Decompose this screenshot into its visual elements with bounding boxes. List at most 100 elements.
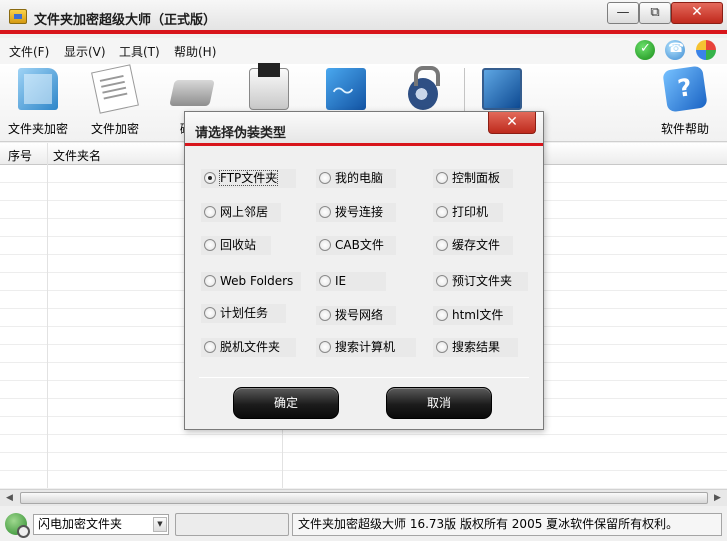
radio-icon[interactable] bbox=[436, 275, 448, 287]
option-label: CAB文件 bbox=[335, 238, 384, 252]
window-title: 文件夹加密超级大师（正式版） bbox=[34, 13, 217, 28]
option-ie[interactable]: IE bbox=[316, 272, 386, 291]
encrypt-mode-value: 闪电加密文件夹 bbox=[38, 517, 123, 531]
option-printer[interactable]: 打印机 bbox=[433, 203, 503, 222]
option-label: html文件 bbox=[452, 308, 504, 322]
option-label: 网上邻居 bbox=[220, 205, 269, 219]
minimize-button[interactable]: — bbox=[607, 2, 639, 24]
option-search-results[interactable]: 搜索结果 bbox=[433, 338, 518, 357]
dialog-title: 请选择伪装类型 bbox=[195, 126, 287, 141]
option-label: 搜索计算机 bbox=[335, 340, 396, 354]
title-bar: 文件夹加密超级大师（正式版） — ⧉ ✕ bbox=[0, 0, 727, 34]
option-cache-file[interactable]: 缓存文件 bbox=[433, 236, 513, 255]
radio-icon[interactable] bbox=[204, 206, 216, 218]
radio-icon[interactable] bbox=[319, 172, 331, 184]
app-icon bbox=[9, 9, 27, 24]
option-scheduled-tasks[interactable]: 计划任务 bbox=[201, 304, 286, 323]
dialog-title-bar: 请选择伪装类型 ✕ bbox=[185, 112, 543, 146]
radio-icon[interactable] bbox=[204, 172, 216, 184]
option-recycle-bin[interactable]: 回收站 bbox=[201, 236, 271, 255]
dialog-separator bbox=[199, 377, 529, 378]
radio-icon[interactable] bbox=[204, 275, 216, 287]
maximize-button[interactable]: ⧉ bbox=[639, 2, 671, 24]
option-label: 回收站 bbox=[220, 238, 257, 252]
toolbar-help-button[interactable]: 软件帮助 bbox=[650, 65, 720, 138]
horizontal-scrollbar[interactable]: ◀ ▶ bbox=[0, 489, 727, 506]
menu-tools[interactable]: 工具(T) bbox=[119, 43, 160, 60]
option-ftp-folder[interactable]: FTP文件夹 bbox=[201, 169, 296, 188]
option-label: 计划任务 bbox=[220, 306, 269, 320]
radio-icon[interactable] bbox=[204, 239, 216, 251]
flower-icon[interactable] bbox=[696, 40, 716, 60]
option-dialup-connection[interactable]: 拨号连接 bbox=[316, 203, 396, 222]
scroll-left-icon[interactable]: ◀ bbox=[1, 491, 18, 506]
scroll-right-icon[interactable]: ▶ bbox=[709, 491, 726, 506]
radio-icon[interactable] bbox=[436, 206, 448, 218]
option-label: 拨号连接 bbox=[335, 205, 384, 219]
scroll-thumb[interactable] bbox=[20, 492, 708, 504]
phone-icon[interactable] bbox=[665, 40, 685, 60]
close-button[interactable]: ✕ bbox=[671, 2, 723, 24]
radio-icon[interactable] bbox=[319, 309, 331, 321]
printer-icon bbox=[249, 63, 289, 110]
ok-button[interactable]: 确定 bbox=[233, 387, 339, 419]
option-label: 拨号网络 bbox=[335, 308, 384, 322]
radio-icon[interactable] bbox=[319, 275, 331, 287]
column-header-folder-name[interactable]: 文件夹名 bbox=[53, 147, 101, 164]
dialog-close-button[interactable]: ✕ bbox=[488, 112, 536, 134]
option-my-computer[interactable]: 我的电脑 bbox=[316, 169, 396, 188]
waveform-icon bbox=[326, 68, 366, 110]
option-label: 打印机 bbox=[452, 205, 489, 219]
menu-bar: 文件(F) 显示(V) 工具(T) 帮助(H) bbox=[0, 38, 727, 64]
option-label: 搜索结果 bbox=[452, 340, 501, 354]
option-html-file[interactable]: html文件 bbox=[433, 306, 513, 325]
radio-icon[interactable] bbox=[204, 307, 216, 319]
status-field bbox=[175, 513, 289, 536]
menu-view[interactable]: 显示(V) bbox=[64, 43, 106, 60]
option-label: 预订文件夹 bbox=[452, 274, 513, 288]
document-icon bbox=[91, 64, 139, 114]
toolbar-label: 文件夹加密 bbox=[7, 122, 68, 136]
option-search-computer[interactable]: 搜索计算机 bbox=[316, 338, 416, 357]
option-label: Web Folders bbox=[220, 274, 294, 288]
option-label: IE bbox=[335, 274, 347, 288]
radio-icon[interactable] bbox=[436, 309, 448, 321]
column-header-index[interactable]: 序号 bbox=[8, 147, 32, 164]
radio-icon[interactable] bbox=[319, 341, 331, 353]
radio-icon[interactable] bbox=[436, 341, 448, 353]
option-label: 控制面板 bbox=[452, 171, 501, 185]
option-subscribed-folder[interactable]: 预订文件夹 bbox=[433, 272, 528, 291]
option-control-panel[interactable]: 控制面板 bbox=[433, 169, 513, 188]
option-label: FTP文件夹 bbox=[218, 170, 279, 186]
option-offline-folder[interactable]: 脱机文件夹 bbox=[201, 338, 296, 357]
user-search-icon bbox=[5, 513, 30, 538]
radio-icon[interactable] bbox=[319, 206, 331, 218]
column-divider bbox=[47, 143, 48, 488]
screen-icon bbox=[482, 68, 522, 110]
folder-lock-icon bbox=[18, 68, 58, 110]
option-dialup-network[interactable]: 拨号网络 bbox=[316, 306, 396, 325]
toolbar-folder-encrypt-button[interactable]: 文件夹加密 bbox=[3, 68, 73, 138]
radio-icon[interactable] bbox=[436, 239, 448, 251]
encrypt-mode-select[interactable]: 闪电加密文件夹 ▼ bbox=[33, 514, 169, 535]
radio-icon[interactable] bbox=[436, 172, 448, 184]
option-network-places[interactable]: 网上邻居 bbox=[201, 203, 281, 222]
radio-icon[interactable] bbox=[204, 341, 216, 353]
chevron-down-icon[interactable]: ▼ bbox=[153, 517, 167, 532]
option-web-folders[interactable]: Web Folders bbox=[201, 272, 301, 291]
cancel-button[interactable]: 取消 bbox=[386, 387, 492, 419]
disguise-type-dialog: 请选择伪装类型 ✕ FTP文件夹 我的电脑 控制面板 网上邻居 拨号连接 打印机… bbox=[184, 111, 544, 430]
radio-icon[interactable] bbox=[319, 239, 331, 251]
toolbar-label: 文件加密 bbox=[90, 122, 139, 136]
disk-icon bbox=[169, 80, 215, 106]
option-cab-file[interactable]: CAB文件 bbox=[316, 236, 396, 255]
menu-help[interactable]: 帮助(H) bbox=[174, 43, 216, 60]
help-icon bbox=[662, 65, 708, 113]
status-bar: 闪电加密文件夹 ▼ 文件夹加密超级大师 16.73版 版权所有 2005 夏冰软… bbox=[0, 507, 727, 541]
menu-file[interactable]: 文件(F) bbox=[9, 43, 49, 60]
option-label: 我的电脑 bbox=[335, 171, 384, 185]
toolbar-file-encrypt-button[interactable]: 文件加密 bbox=[80, 64, 150, 138]
toolbar-label: 软件帮助 bbox=[660, 122, 709, 136]
shield-icon[interactable] bbox=[635, 40, 655, 60]
copyright-text: 文件夹加密超级大师 16.73版 版权所有 2005 夏冰软件保留所有权利。 bbox=[292, 513, 722, 536]
